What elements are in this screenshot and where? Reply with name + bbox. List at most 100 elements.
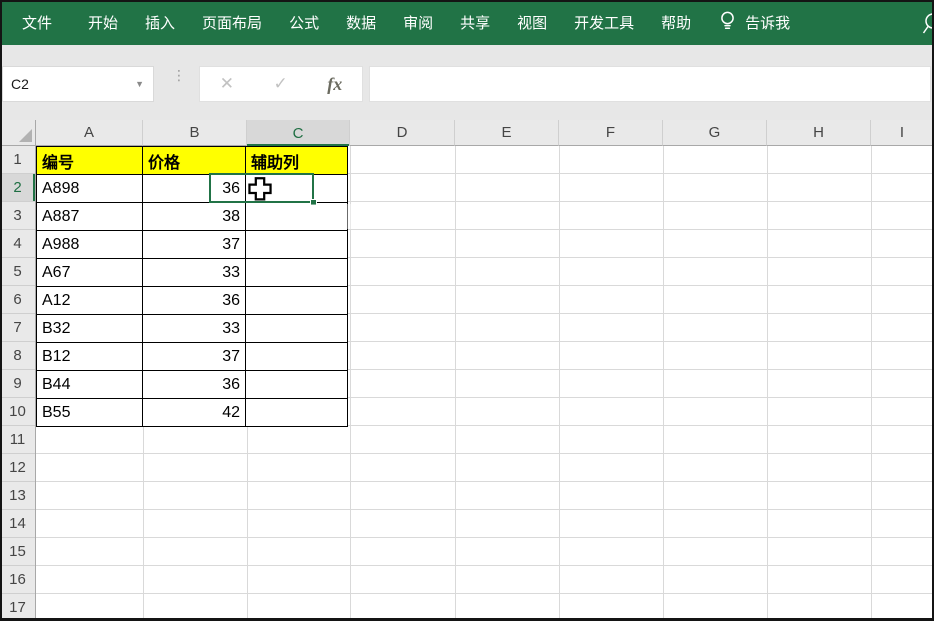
table-row-8: B1237 (37, 343, 348, 371)
table-row-6: A1236 (37, 287, 348, 315)
cell-C3[interactable] (246, 203, 348, 231)
ribbon-tab-8[interactable]: 共享 (460, 12, 490, 33)
data-table: 编号价格辅助列A89836A88738A98837A6733A1236B3233… (36, 146, 348, 427)
excel-window: 文件开始插入页面布局公式数据审阅共享视图开发工具帮助 告诉我 C2 ▼ ⋮ (0, 0, 934, 621)
cell-A5[interactable]: A67 (37, 259, 143, 287)
ribbon-tab-9[interactable]: 视图 (517, 12, 547, 33)
chrome-spacer (0, 104, 934, 120)
chevron-down-icon[interactable]: ▼ (135, 79, 144, 89)
row-header-5[interactable]: 5 (0, 258, 35, 286)
cell-A9[interactable]: B44 (37, 371, 143, 399)
column-header-E[interactable]: E (455, 120, 559, 146)
row-header-7[interactable]: 7 (0, 314, 35, 342)
cell-C1[interactable]: 辅助列 (246, 147, 348, 175)
cell-B10[interactable]: 42 (143, 399, 246, 427)
sheet-grid[interactable]: 1234567891011121314151617 编号价格辅助列A89836A… (0, 146, 934, 621)
row-header-11[interactable]: 11 (0, 426, 35, 454)
ribbon-collapsed-strip (0, 45, 934, 64)
cell-C10[interactable] (246, 399, 348, 427)
cell-A10[interactable]: B55 (37, 399, 143, 427)
formula-bar-buttons: ✕ ✓ fx (199, 66, 363, 102)
cell-C6[interactable] (246, 287, 348, 315)
ribbon-tab-6[interactable]: 数据 (346, 12, 376, 33)
vertical-gridline (767, 146, 768, 621)
row-header-13[interactable]: 13 (0, 482, 35, 510)
select-all-corner[interactable] (0, 120, 36, 146)
enter-icon[interactable]: ✓ (274, 74, 288, 94)
vertical-gridline (350, 146, 351, 621)
row-header-9[interactable]: 9 (0, 370, 35, 398)
cell-B6[interactable]: 36 (143, 287, 246, 315)
cell-A6[interactable]: A12 (37, 287, 143, 315)
row-header-14[interactable]: 14 (0, 510, 35, 538)
row-header-16[interactable]: 16 (0, 566, 35, 594)
cell-B7[interactable]: 33 (143, 315, 246, 343)
cell-A2[interactable]: A898 (37, 175, 143, 203)
row-header-2[interactable]: 2 (0, 174, 35, 202)
column-header-F[interactable]: F (559, 120, 663, 146)
formula-bar-row: C2 ▼ ⋮ ✕ ✓ fx (0, 64, 934, 104)
ribbon-tab-11[interactable]: 帮助 (661, 12, 691, 33)
name-box-value: C2 (11, 76, 29, 92)
row-header-17[interactable]: 17 (0, 594, 35, 621)
cell-C5[interactable] (246, 259, 348, 287)
cell-B4[interactable]: 37 (143, 231, 246, 259)
row-header-4[interactable]: 4 (0, 230, 35, 258)
column-header-G[interactable]: G (663, 120, 767, 146)
column-header-C[interactable]: C (247, 120, 350, 146)
ribbon-tab-10[interactable]: 开发工具 (574, 12, 634, 33)
select-all-triangle-icon (19, 129, 32, 142)
cell-B9[interactable]: 36 (143, 371, 246, 399)
ribbon-tab-4[interactable]: 页面布局 (202, 12, 262, 33)
cell-C9[interactable] (246, 371, 348, 399)
cell-C8[interactable] (246, 343, 348, 371)
search-icon[interactable] (921, 12, 934, 41)
name-box[interactable]: C2 ▼ (2, 66, 154, 102)
formula-bar-separator: ⋮ (172, 71, 186, 80)
column-header-A[interactable]: A (36, 120, 143, 146)
ribbon-tab-3[interactable]: 插入 (145, 12, 175, 33)
cell-B1[interactable]: 价格 (143, 147, 246, 175)
column-header-I[interactable]: I (871, 120, 934, 146)
column-header-B[interactable]: B (143, 120, 247, 146)
cell-B2[interactable]: 36 (143, 175, 246, 203)
insert-function-icon[interactable]: fx (327, 74, 342, 95)
table-row-3: A88738 (37, 203, 348, 231)
cell-B3[interactable]: 38 (143, 203, 246, 231)
row-header-3[interactable]: 3 (0, 202, 35, 230)
ribbon-tab-2[interactable]: 开始 (88, 12, 118, 33)
vertical-gridline (871, 146, 872, 621)
table-row-1: 编号价格辅助列 (37, 147, 348, 175)
cell-C2[interactable] (246, 175, 348, 203)
row-header-1[interactable]: 1 (0, 146, 35, 174)
row-header-8[interactable]: 8 (0, 342, 35, 370)
vertical-gridline (455, 146, 456, 621)
row-headers: 1234567891011121314151617 (0, 146, 36, 621)
table-row-2: A89836 (37, 175, 348, 203)
ribbon-tab-5[interactable]: 公式 (289, 12, 319, 33)
ribbon-tab-7[interactable]: 审阅 (403, 12, 433, 33)
column-header-H[interactable]: H (767, 120, 871, 146)
cell-A4[interactable]: A988 (37, 231, 143, 259)
cell-B5[interactable]: 33 (143, 259, 246, 287)
row-header-12[interactable]: 12 (0, 454, 35, 482)
ribbon-tab-1[interactable]: 文件 (22, 12, 52, 33)
formula-input[interactable] (369, 66, 931, 102)
cell-A7[interactable]: B32 (37, 315, 143, 343)
cell-B8[interactable]: 37 (143, 343, 246, 371)
cell-A1[interactable]: 编号 (37, 147, 143, 175)
row-header-10[interactable]: 10 (0, 398, 35, 426)
vertical-gridline (663, 146, 664, 621)
cell-A3[interactable]: A887 (37, 203, 143, 231)
lightbulb-icon (719, 10, 736, 36)
cell-A8[interactable]: B12 (37, 343, 143, 371)
cell-C7[interactable] (246, 315, 348, 343)
row-header-15[interactable]: 15 (0, 538, 35, 566)
table-row-9: B4436 (37, 371, 348, 399)
tell-me[interactable]: 告诉我 (719, 10, 790, 36)
column-header-D[interactable]: D (350, 120, 455, 146)
cell-C4[interactable] (246, 231, 348, 259)
cancel-icon[interactable]: ✕ (220, 74, 234, 94)
column-headers: ABCDEFGHI (0, 120, 934, 146)
row-header-6[interactable]: 6 (0, 286, 35, 314)
